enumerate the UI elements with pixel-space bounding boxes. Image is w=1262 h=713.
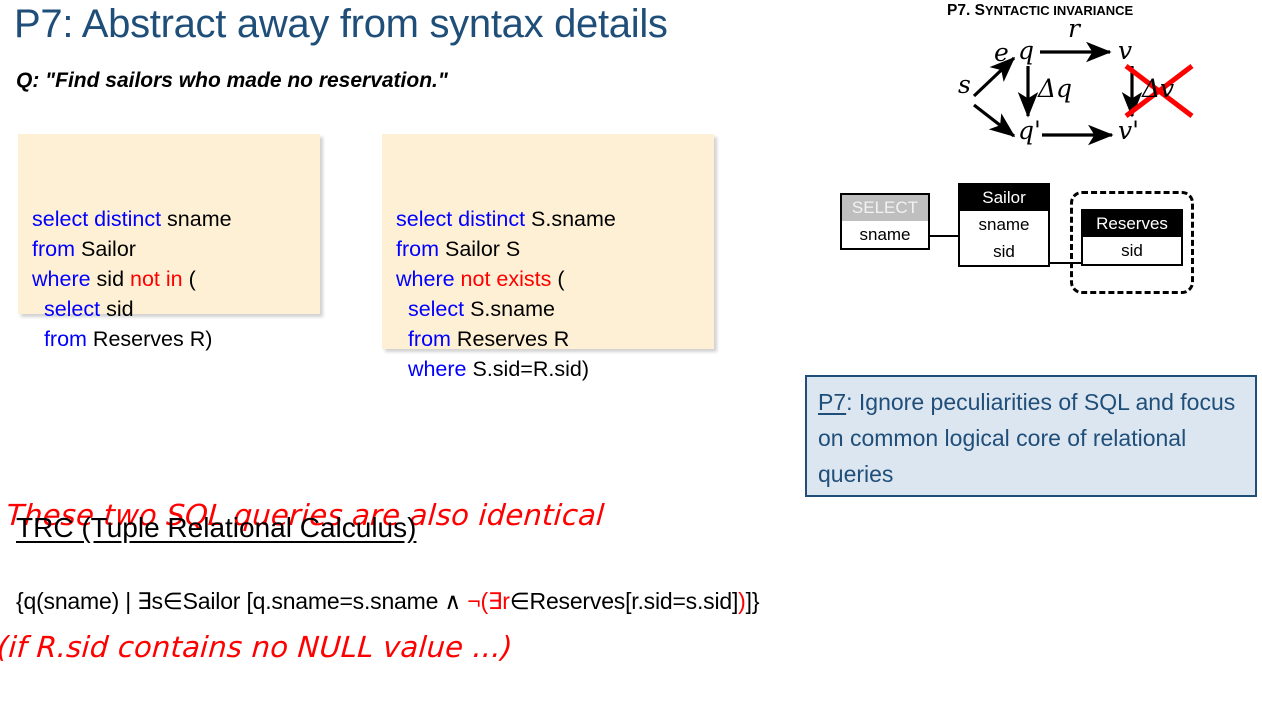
- sql-code-lines: select distinct S.sname from Sailor S wher…: [396, 204, 700, 384]
- sql-code-line: from Reserves R): [32, 327, 213, 351]
- sql-code-block-not-exists: select distinct S.sname from Sailor S wher…: [382, 134, 714, 381]
- rd-header-reserves: Reserves: [1083, 211, 1181, 237]
- diagram-node-q-prime: q': [1018, 116, 1041, 145]
- handwritten-annotation: These two SQL queries are also identical…: [0, 405, 612, 713]
- question-text: Q: "Find sailors who made no reservation…: [16, 69, 448, 92]
- rd-box-select: SELECT sname: [840, 193, 930, 250]
- sql-code-line: select distinct sname: [32, 207, 232, 231]
- callout-text: : Ignore peculiarities of SQL and focus …: [818, 389, 1236, 487]
- diagram-node-s: s: [958, 70, 971, 99]
- rd-connector-select-sailor: [928, 235, 958, 237]
- diagram-edge-r: r: [1068, 14, 1080, 43]
- sql-code-line: from Sailor S: [396, 237, 521, 261]
- diagram-edge-delta-q: Δq: [1038, 74, 1073, 103]
- sql-code-lines: select distinct sname from Sailor where si…: [32, 204, 306, 354]
- trc-heading: TRC (Tuple Relational Calculus): [16, 512, 417, 543]
- callout-label: P7: [818, 389, 847, 415]
- diagram-node-v-prime: v': [1118, 116, 1139, 145]
- sql-code-line: where not exists (: [396, 267, 565, 291]
- sql-code-line: from Sailor: [32, 237, 136, 261]
- sql-code-line: where sid not in (: [32, 267, 196, 291]
- sql-code-block-not-in: select distinct sname from Sailor where si…: [18, 134, 320, 351]
- rd-header-select: SELECT: [842, 195, 928, 221]
- trc-formula: {q(sname) | ∃s∈Sailor [q.sname=s.sname ∧…: [16, 588, 760, 614]
- sql-code-line: select S.sname: [396, 297, 555, 321]
- rd-box-sailor: Sailor sname sid: [958, 183, 1050, 267]
- rd-cell-reserves-sid: sid: [1083, 237, 1181, 264]
- diagram-node-q: q: [1018, 36, 1035, 65]
- sql-code-line: select distinct S.sname: [396, 207, 616, 231]
- diagram-edge-e: e: [994, 38, 1009, 67]
- page-title: P7: Abstract away from syntax details: [14, 2, 668, 46]
- rd-cell-sailor-sid: sid: [960, 238, 1048, 265]
- sql-code-line: from Reserves R: [396, 327, 570, 351]
- relational-diagram: SELECT sname Sailor sname sid Reserves s…: [812, 176, 1212, 301]
- sql-code-line: where S.sid=R.sid): [396, 357, 589, 381]
- rd-cell-sailor-sname: sname: [960, 211, 1048, 238]
- rd-box-reserves: Reserves sid: [1081, 209, 1183, 266]
- rd-cell-select-sname: sname: [842, 221, 928, 248]
- sql-code-line: select sid: [32, 297, 134, 321]
- callout-box-p7: P7: Ignore peculiarities of SQL and focu…: [805, 375, 1257, 497]
- diagram-arrows: [972, 41, 1194, 146]
- syntactic-invariance-diagram: P7. SYNTACTIC INVARIANCE s e q r v Δq Δv…: [930, 0, 1262, 152]
- rd-header-sailor: Sailor: [960, 185, 1048, 211]
- handwritten-line-2: (if R.sid contains no NULL value ...): [0, 630, 514, 664]
- diagram-edge-delta-v: Δv: [1142, 74, 1175, 103]
- diagram-node-v: v: [1118, 36, 1133, 65]
